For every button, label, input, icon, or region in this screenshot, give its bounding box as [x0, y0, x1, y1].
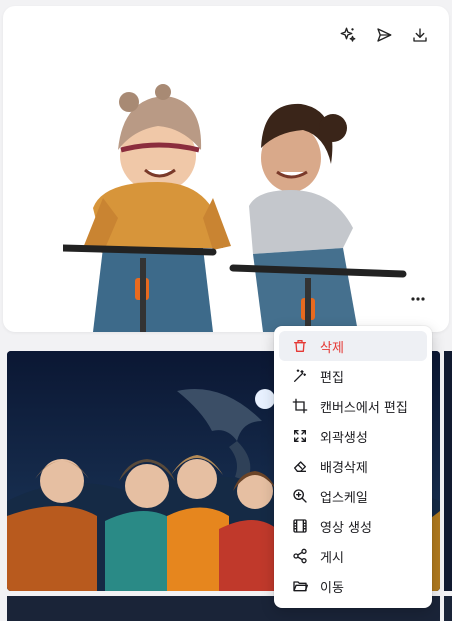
menu-item-delete[interactable]: 삭제 [279, 331, 427, 361]
gallery-image-tile-next-row-partial[interactable] [444, 596, 452, 621]
menu-item-upscale[interactable]: 업스케일 [279, 481, 427, 511]
menu-item-generate-video[interactable]: 영상 생성 [279, 511, 427, 541]
menu-item-label: 배경삭제 [320, 460, 368, 476]
menu-item-label: 캔버스에서 편집 [320, 400, 408, 416]
page: 삭제 편집 캔버스에서 편집 외곽생성 배경삭제 업스케일 영상 생성 게시 이… [0, 0, 452, 621]
menu-item-outpaint[interactable]: 외곽생성 [279, 421, 427, 451]
expand-icon [292, 428, 308, 444]
menu-item-label: 업스케일 [320, 490, 368, 506]
menu-item-move[interactable]: 이동 [279, 571, 427, 601]
film-icon [292, 518, 308, 534]
menu-item-label: 삭제 [320, 340, 344, 356]
send-button[interactable] [373, 24, 395, 46]
menu-item-label: 게시 [320, 550, 344, 566]
menu-item-remove-background[interactable]: 배경삭제 [279, 451, 427, 481]
menu-item-label: 영상 생성 [320, 520, 372, 536]
image-card[interactable] [3, 6, 449, 332]
crop-icon [292, 398, 308, 414]
sparkle-button[interactable] [337, 24, 359, 46]
menu-item-label: 편집 [320, 370, 344, 386]
menu-item-label: 외곽생성 [320, 430, 368, 446]
image-context-menu: 삭제 편집 캔버스에서 편집 외곽생성 배경삭제 업스케일 영상 생성 게시 이… [274, 326, 432, 608]
menu-item-post[interactable]: 게시 [279, 541, 427, 571]
folder-icon [292, 578, 308, 594]
trash-icon [292, 338, 308, 354]
menu-item-label: 이동 [320, 580, 344, 596]
gallery-image-tile-partial[interactable] [444, 351, 452, 591]
zoom-in-icon [292, 488, 308, 504]
download-button[interactable] [409, 24, 431, 46]
menu-item-edit[interactable]: 편집 [279, 361, 427, 391]
more-options-button[interactable] [407, 292, 429, 306]
generated-image[interactable] [63, 78, 423, 332]
eraser-icon [292, 458, 308, 474]
download-icon [413, 28, 427, 42]
share-icon [292, 548, 308, 564]
image-toolbar [337, 24, 431, 46]
send-icon [377, 28, 392, 42]
more-dots-icon [411, 297, 425, 301]
magic-wand-icon [292, 368, 308, 384]
sparkle-icon [340, 27, 356, 42]
menu-item-edit-on-canvas[interactable]: 캔버스에서 편집 [279, 391, 427, 421]
